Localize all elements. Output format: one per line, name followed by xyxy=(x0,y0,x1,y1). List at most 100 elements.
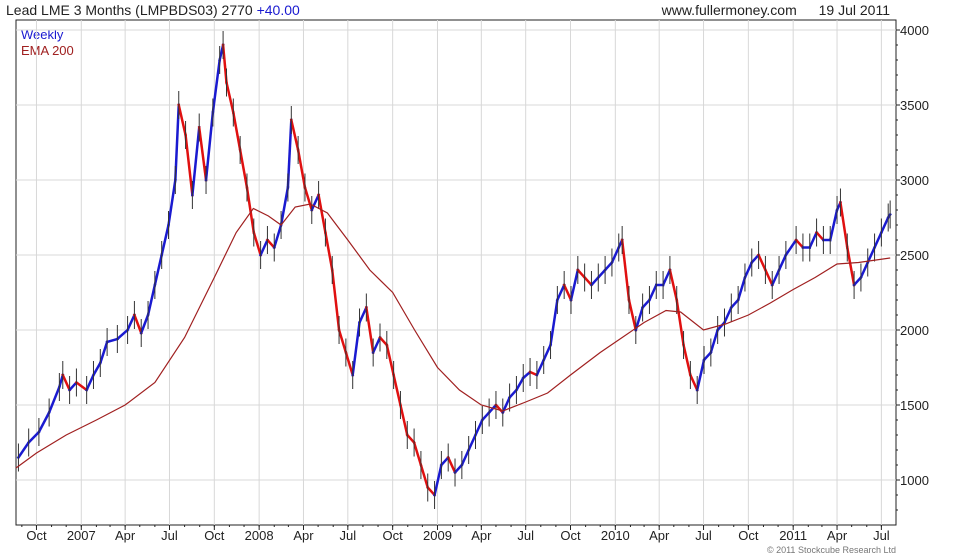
weekly-price-segment xyxy=(514,376,525,392)
x-tick-label: Jul xyxy=(161,528,178,543)
x-tick-label: Apr xyxy=(293,528,314,543)
weekly-price-segment xyxy=(736,275,747,302)
weekly-price-segment xyxy=(750,253,761,265)
weekly-price-segment xyxy=(467,433,478,452)
x-tick-label: Jul xyxy=(695,528,712,543)
x-tick-label: 2008 xyxy=(245,528,274,543)
weekly-price-segment xyxy=(412,440,423,467)
weekly-price-segment xyxy=(535,358,546,377)
y-tick-label: 2500 xyxy=(900,248,929,263)
x-tick-label: 2010 xyxy=(601,528,630,543)
weekly-price-segment xyxy=(460,448,471,467)
y-tick-label: 3000 xyxy=(900,173,929,188)
weekly-price-segment xyxy=(47,385,61,415)
grid-lines xyxy=(16,20,896,525)
weekly-price-segment xyxy=(61,373,72,392)
weekly-price-segment xyxy=(153,253,164,287)
x-tick-label: 2007 xyxy=(67,528,96,543)
weekly-price-segment xyxy=(286,118,293,189)
weekly-price-segment xyxy=(98,340,109,365)
weekly-price-segment xyxy=(378,335,389,347)
x-tick-label: Apr xyxy=(471,528,492,543)
weekly-price-segment xyxy=(174,103,181,182)
weekly-price-segment xyxy=(784,238,798,257)
weekly-price-segment xyxy=(763,268,774,287)
x-tick-label: 2009 xyxy=(423,528,452,543)
weekly-price-segment xyxy=(480,410,491,422)
weekly-price-segment xyxy=(647,283,658,302)
weekly-price-segment xyxy=(453,463,464,475)
y-tick-label: 4000 xyxy=(900,23,929,38)
x-tick-label: Oct xyxy=(26,528,47,543)
weekly-price-segment xyxy=(777,253,788,272)
weekly-price-segment xyxy=(569,268,580,302)
x-tick-label: Oct xyxy=(560,528,581,543)
weekly-price-segment xyxy=(84,373,96,392)
weekly-price-segment xyxy=(16,440,31,460)
weekly-price-segment xyxy=(371,335,382,355)
weekly-price-segment xyxy=(668,268,679,302)
weekly-price-segment xyxy=(317,193,327,234)
weekly-price-segment xyxy=(627,298,638,332)
weekly-price-segment xyxy=(289,118,300,152)
weekly-price-segment xyxy=(603,260,614,272)
weekly-price-segment xyxy=(549,298,559,347)
x-tick-label: Apr xyxy=(649,528,670,543)
weekly-price-segment xyxy=(184,133,194,197)
x-tick-label: Jul xyxy=(873,528,890,543)
weekly-price-segment xyxy=(105,337,119,344)
weekly-price-segment xyxy=(845,246,856,287)
weekly-price-segment xyxy=(709,328,720,355)
weekly-price-segment xyxy=(160,223,171,257)
y-tick-label: 1500 xyxy=(900,398,929,413)
weekly-price-segment xyxy=(258,238,270,257)
y-tick-label: 3500 xyxy=(900,98,929,113)
weekly-price-segment xyxy=(756,253,768,272)
weekly-price-segment xyxy=(494,403,505,415)
weekly-price-segment xyxy=(279,186,290,227)
x-tick-label: Oct xyxy=(738,528,759,543)
weekly-price-segment xyxy=(221,43,228,84)
weekly-price-segment xyxy=(695,358,706,392)
x-tick-label: Apr xyxy=(827,528,848,543)
weekly-price-segment xyxy=(576,268,587,280)
weekly-price-segment xyxy=(859,260,870,280)
x-tick-label: Apr xyxy=(115,528,136,543)
weekly-price-segment xyxy=(661,268,672,287)
weekly-price-segment xyxy=(225,81,235,114)
y-tick-label: 1000 xyxy=(900,473,929,488)
weekly-price-segment xyxy=(620,238,631,302)
x-tick-label: Jul xyxy=(517,528,534,543)
weekly-price-segment xyxy=(722,305,733,325)
weekly-price-segment xyxy=(770,268,781,287)
weekly-price-segment xyxy=(405,433,416,445)
weekly-price-segment xyxy=(231,111,242,152)
weekly-price-segment xyxy=(702,350,713,362)
x-tick-label: 2011 xyxy=(779,528,807,543)
weekly-price-segment xyxy=(852,275,863,287)
weekly-price-segment xyxy=(640,298,652,310)
weekly-price-segment xyxy=(828,208,839,242)
weekly-price-segment xyxy=(125,313,137,332)
weekly-price-segment xyxy=(507,388,519,400)
weekly-price-segment xyxy=(542,343,553,362)
weekly-price-segment xyxy=(115,328,130,341)
weekly-price-segment xyxy=(265,238,277,250)
weekly-price-segment xyxy=(330,268,341,332)
price-chart: 1000 1500 2000 2500 3000 3500 4000 Oct 2007 Apr J… xyxy=(15,19,929,543)
weekly-price-segment xyxy=(272,223,283,250)
plot-frame xyxy=(15,19,897,526)
copyright: © 2011 Stockcube Research Ltd xyxy=(766,545,896,555)
weekly-price-segment xyxy=(419,463,430,490)
y-tick-label: 2000 xyxy=(900,323,929,338)
weekly-price-segment xyxy=(392,373,402,407)
weekly-price-segment xyxy=(562,283,573,302)
weekly-price-segment xyxy=(688,373,699,392)
weekly-price-segment xyxy=(26,430,41,445)
weekly-price-segment xyxy=(177,103,188,137)
weekly-price-segment xyxy=(67,380,79,392)
weekly-price-segment xyxy=(582,275,594,287)
weekly-price-segment xyxy=(37,410,51,434)
weekly-price-segment xyxy=(589,275,601,287)
weekly-price-segment xyxy=(729,298,740,310)
